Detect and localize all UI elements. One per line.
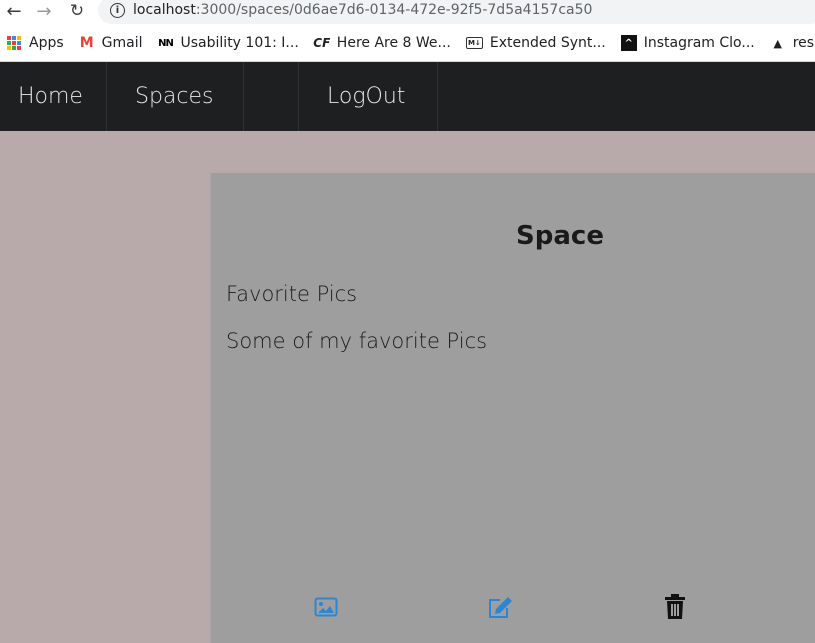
apps-grid-icon: [6, 35, 22, 51]
triangle-icon: ▲: [773, 36, 782, 50]
bookmark-here-are-8[interactable]: CF Here Are 8 We...: [313, 35, 451, 51]
nav-spaces-link[interactable]: Spaces: [107, 62, 244, 131]
bookmark-instagram-clone[interactable]: ^ Instagram Clo...: [620, 35, 755, 51]
url-bar[interactable]: i localhost:3000/spaces/0d6ae7d6-0134-47…: [98, 0, 815, 24]
back-arrow-icon[interactable]: ←: [3, 0, 25, 22]
cf-icon: CF: [313, 36, 331, 50]
address-row: ← → ↻ i localhost:3000/spaces/0d6ae7d6-0…: [0, 0, 815, 24]
bookmark-label: Usability 101: I...: [180, 35, 299, 51]
bookmark-label: Here Are 8 We...: [336, 35, 451, 51]
space-description: Some of my favorite Pics: [226, 329, 488, 353]
bookmark-label: Gmail: [101, 35, 143, 51]
nav-home-link[interactable]: Home: [0, 62, 107, 131]
nn-icon: NN: [158, 37, 174, 49]
bookmark-label: Instagram Clo...: [643, 35, 755, 51]
trash-icon[interactable]: [661, 593, 689, 621]
bookmark-extended-syntax[interactable]: M↓ Extended Synt...: [465, 35, 606, 51]
url-path: :3000/spaces/0d6ae7d6-0134-472e-92f5-7d5…: [195, 2, 593, 18]
bookmarks-bar: Apps M Gmail NN Usability 101: I... CF H…: [0, 31, 815, 55]
top-navbar: Home Spaces LogOut: [0, 62, 815, 131]
url-host: localhost: [133, 2, 196, 18]
info-icon[interactable]: i: [110, 2, 125, 18]
caret-up-icon: ^: [620, 35, 637, 51]
gmail-icon: M: [79, 35, 94, 51]
bookmark-apps[interactable]: Apps: [6, 35, 64, 51]
browser-chrome: ← → ↻ i localhost:3000/spaces/0d6ae7d6-0…: [0, 0, 815, 62]
space-card: Space Favorite Pics Some of my favorite …: [210, 173, 815, 643]
bookmark-res[interactable]: ▲ res: [770, 35, 815, 51]
bookmark-usability[interactable]: NN Usability 101: I...: [158, 35, 299, 51]
markdown-icon: M↓: [465, 37, 483, 49]
url-text: localhost:3000/spaces/0d6ae7d6-0134-472e…: [133, 2, 592, 18]
nav-logout-link[interactable]: LogOut: [299, 62, 438, 131]
space-name: Favorite Pics: [226, 282, 358, 306]
reload-icon[interactable]: ↻: [66, 0, 88, 22]
nav-empty-slot: [244, 62, 299, 131]
bookmark-label: Apps: [29, 35, 64, 51]
bookmark-gmail[interactable]: M Gmail: [79, 35, 143, 51]
bookmark-label: Extended Synt...: [489, 35, 606, 51]
forward-arrow-icon[interactable]: →: [33, 0, 55, 22]
image-icon[interactable]: [312, 593, 340, 621]
edit-icon[interactable]: [486, 593, 514, 621]
page-title: Space: [516, 221, 604, 251]
bookmark-label: res: [792, 35, 815, 51]
